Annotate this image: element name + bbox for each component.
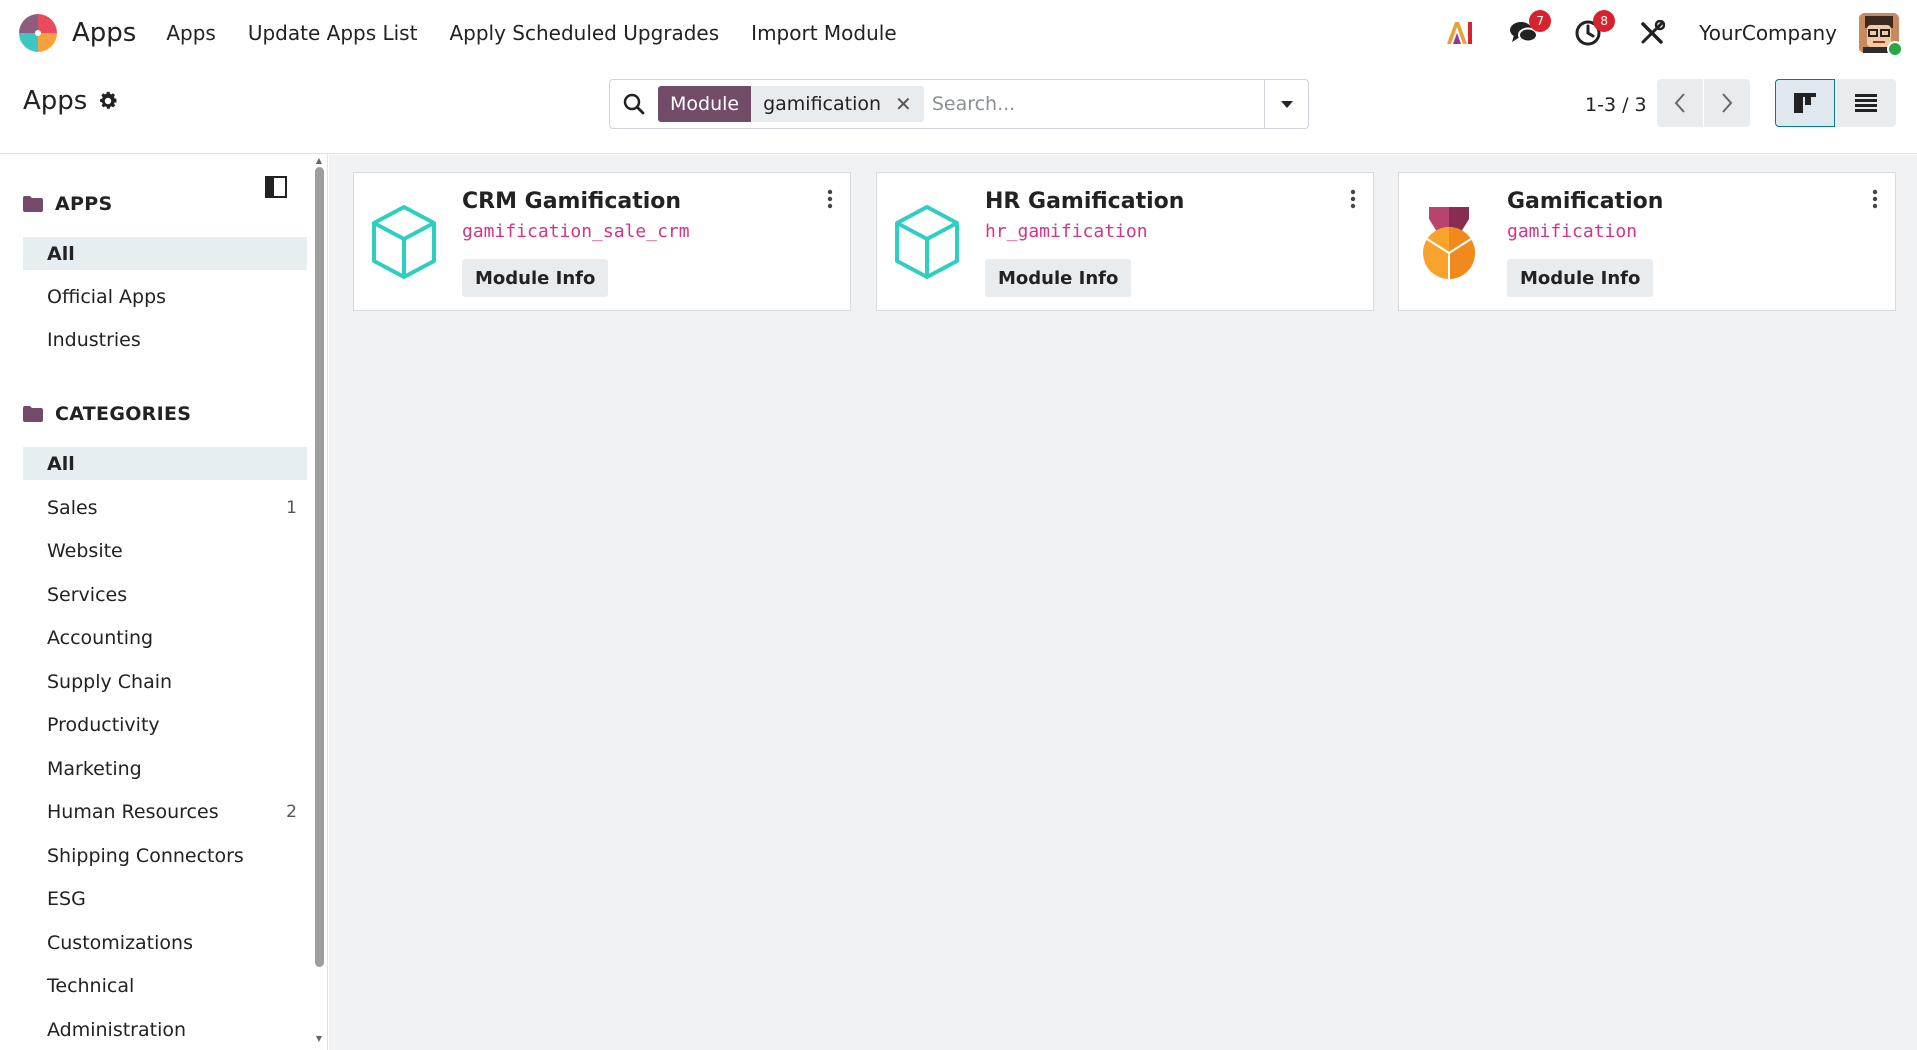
debug-tools-icon[interactable] (1635, 16, 1669, 50)
folder-icon (23, 196, 43, 212)
top-navbar: Apps Apps Update Apps List Apply Schedul… (0, 0, 1917, 66)
list-icon (1855, 94, 1877, 112)
medal-icon (1423, 207, 1475, 279)
pager-value[interactable]: 1-3 / 3 (1585, 94, 1647, 116)
scroll-up-arrow[interactable]: ▲ (314, 157, 324, 165)
category-count: 1 (286, 497, 297, 518)
apps-filter-industries[interactable]: Industries (23, 323, 307, 356)
kebab-menu-icon[interactable] (1869, 187, 1881, 211)
nav-update-apps-list[interactable]: Update Apps List (248, 21, 418, 45)
module-info-button[interactable]: Module Info (462, 259, 609, 297)
scroll-down-arrow[interactable]: ▼ (314, 1035, 324, 1043)
card-title: HR Gamification (985, 189, 1185, 214)
search-facet: Module gamification ✕ (658, 86, 924, 122)
module-info-button[interactable]: Module Info (985, 259, 1132, 297)
online-status-dot (1887, 41, 1903, 57)
folder-icon (23, 406, 43, 422)
ai-icon[interactable] (1443, 16, 1477, 50)
category-all[interactable]: All (23, 447, 307, 480)
facet-remove-icon[interactable]: ✕ (893, 86, 924, 122)
app-logo-icon[interactable] (18, 13, 58, 53)
activities-badge: 8 (1593, 10, 1616, 32)
search-bar: Module gamification ✕ (609, 79, 1309, 129)
sidebar-scrollbar[interactable] (315, 167, 324, 967)
search-icon[interactable] (610, 80, 658, 128)
nav-apps[interactable]: Apps (166, 21, 216, 45)
list-view-button[interactable] (1836, 79, 1896, 127)
category-esg[interactable]: ESG (23, 882, 307, 915)
card-technical-name: gamification (1507, 221, 1638, 242)
company-switcher[interactable]: YourCompany (1699, 21, 1837, 45)
pager-previous-button[interactable] (1657, 79, 1703, 127)
breadcrumb: Apps (23, 86, 119, 116)
chevron-right-icon (1722, 93, 1733, 113)
cube-icon (372, 205, 436, 279)
kanban-view-button[interactable] (1775, 79, 1835, 127)
apps-section-header: APPS (23, 193, 112, 215)
category-customizations[interactable]: Customizations (23, 926, 307, 959)
facet-value: gamification (751, 86, 894, 122)
kebab-menu-icon[interactable] (824, 187, 836, 211)
apps-filter-official[interactable]: Official Apps (23, 280, 307, 313)
nav-apply-scheduled-upgrades[interactable]: Apply Scheduled Upgrades (449, 21, 719, 45)
kanban-icon (1794, 93, 1816, 113)
kebab-menu-icon[interactable] (1347, 187, 1359, 211)
category-technical[interactable]: Technical (23, 969, 307, 1002)
caret-down-icon (1280, 101, 1293, 108)
module-card-gamification[interactable]: Gamification gamification Module Info (1398, 172, 1896, 311)
module-card-crm-gamification[interactable]: CRM Gamification gamification_sale_crm M… (353, 172, 851, 311)
category-count: 2 (286, 801, 297, 822)
category-accounting[interactable]: Accounting (23, 621, 307, 654)
apps-filter-all[interactable]: All (23, 237, 307, 270)
app-brand[interactable]: Apps (72, 18, 136, 48)
gear-icon[interactable] (97, 90, 119, 112)
chevron-left-icon (1674, 93, 1685, 113)
toggle-sidebar-icon[interactable] (264, 175, 288, 199)
category-productivity[interactable]: Productivity (23, 708, 307, 741)
search-options-toggle[interactable] (1264, 80, 1308, 128)
messages-icon[interactable]: 7 (1507, 10, 1552, 50)
category-services[interactable]: Services (23, 578, 307, 611)
user-avatar[interactable] (1859, 13, 1903, 57)
category-supply-chain[interactable]: Supply Chain (23, 665, 307, 698)
module-info-button[interactable]: Module Info (1507, 259, 1654, 297)
card-title: Gamification (1507, 189, 1664, 214)
activities-clock-icon[interactable]: 8 (1571, 10, 1616, 50)
card-technical-name: gamification_sale_crm (462, 221, 690, 242)
page-title: Apps (23, 86, 88, 116)
kanban-content: CRM Gamification gamification_sale_crm M… (329, 155, 1917, 1050)
search-input[interactable] (923, 93, 1264, 115)
category-website[interactable]: Website (23, 534, 307, 567)
card-title: CRM Gamification (462, 189, 682, 214)
nav-import-module[interactable]: Import Module (751, 21, 896, 45)
category-human-resources[interactable]: Human Resources 2 (23, 795, 307, 828)
categories-section-header: CATEGORIES (23, 403, 191, 425)
messages-badge: 7 (1529, 10, 1552, 32)
navbar-systray: 7 8 YourCompany (1443, 10, 1903, 57)
category-administration[interactable]: Administration (23, 1013, 307, 1046)
facet-label: Module (658, 86, 752, 122)
pager-next-button[interactable] (1704, 79, 1750, 127)
apps-section-title: APPS (55, 193, 113, 215)
control-panel: Apps Module gamification ✕ 1-3 / 3 (0, 66, 1917, 154)
category-marketing[interactable]: Marketing (23, 752, 307, 785)
card-technical-name: hr_gamification (985, 221, 1148, 242)
categories-section-title: CATEGORIES (55, 403, 192, 425)
category-sales[interactable]: Sales 1 (23, 491, 307, 524)
search-panel-sidebar: APPS All Official Apps Industries CATEGO… (0, 155, 328, 1050)
module-card-hr-gamification[interactable]: HR Gamification hr_gamification Module I… (876, 172, 1374, 311)
category-shipping-connectors[interactable]: Shipping Connectors (23, 839, 307, 872)
cube-icon (895, 205, 959, 279)
